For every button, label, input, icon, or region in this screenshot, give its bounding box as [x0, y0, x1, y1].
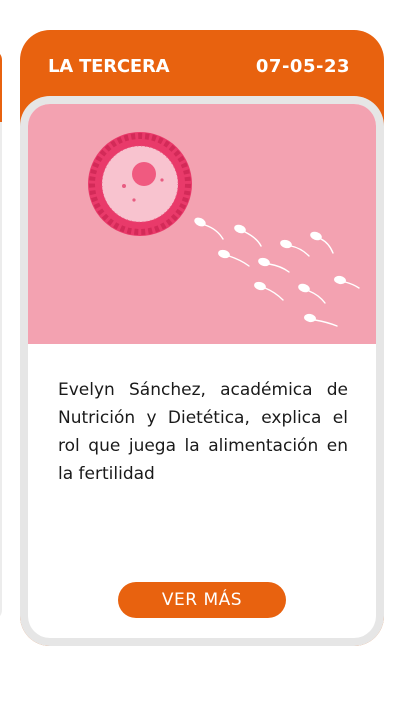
card-body: Evelyn Sánchez, académica de Nutrición y… — [28, 104, 376, 638]
previous-card-edge[interactable] — [0, 50, 2, 620]
news-date: 07-05-23 — [255, 55, 350, 77]
egg-cell — [88, 132, 192, 236]
egg-and-sperm-icon — [88, 132, 360, 327]
article-description: Evelyn Sánchez, académica de Nutrición y… — [58, 380, 348, 484]
card-header: LA TERCERA 07-05-23 — [20, 30, 384, 102]
previous-card-header-edge — [0, 50, 2, 122]
card-frame: Evelyn Sánchez, académica de Nutrición y… — [20, 96, 384, 646]
sperm-cells — [194, 217, 360, 327]
article-image — [28, 104, 376, 344]
news-source: LA TERCERA — [48, 55, 170, 77]
news-card: LA TERCERA 07-05-23 Evelyn Sánchez, acad… — [20, 30, 384, 646]
see-more-button[interactable]: VER MÁS — [118, 582, 286, 618]
